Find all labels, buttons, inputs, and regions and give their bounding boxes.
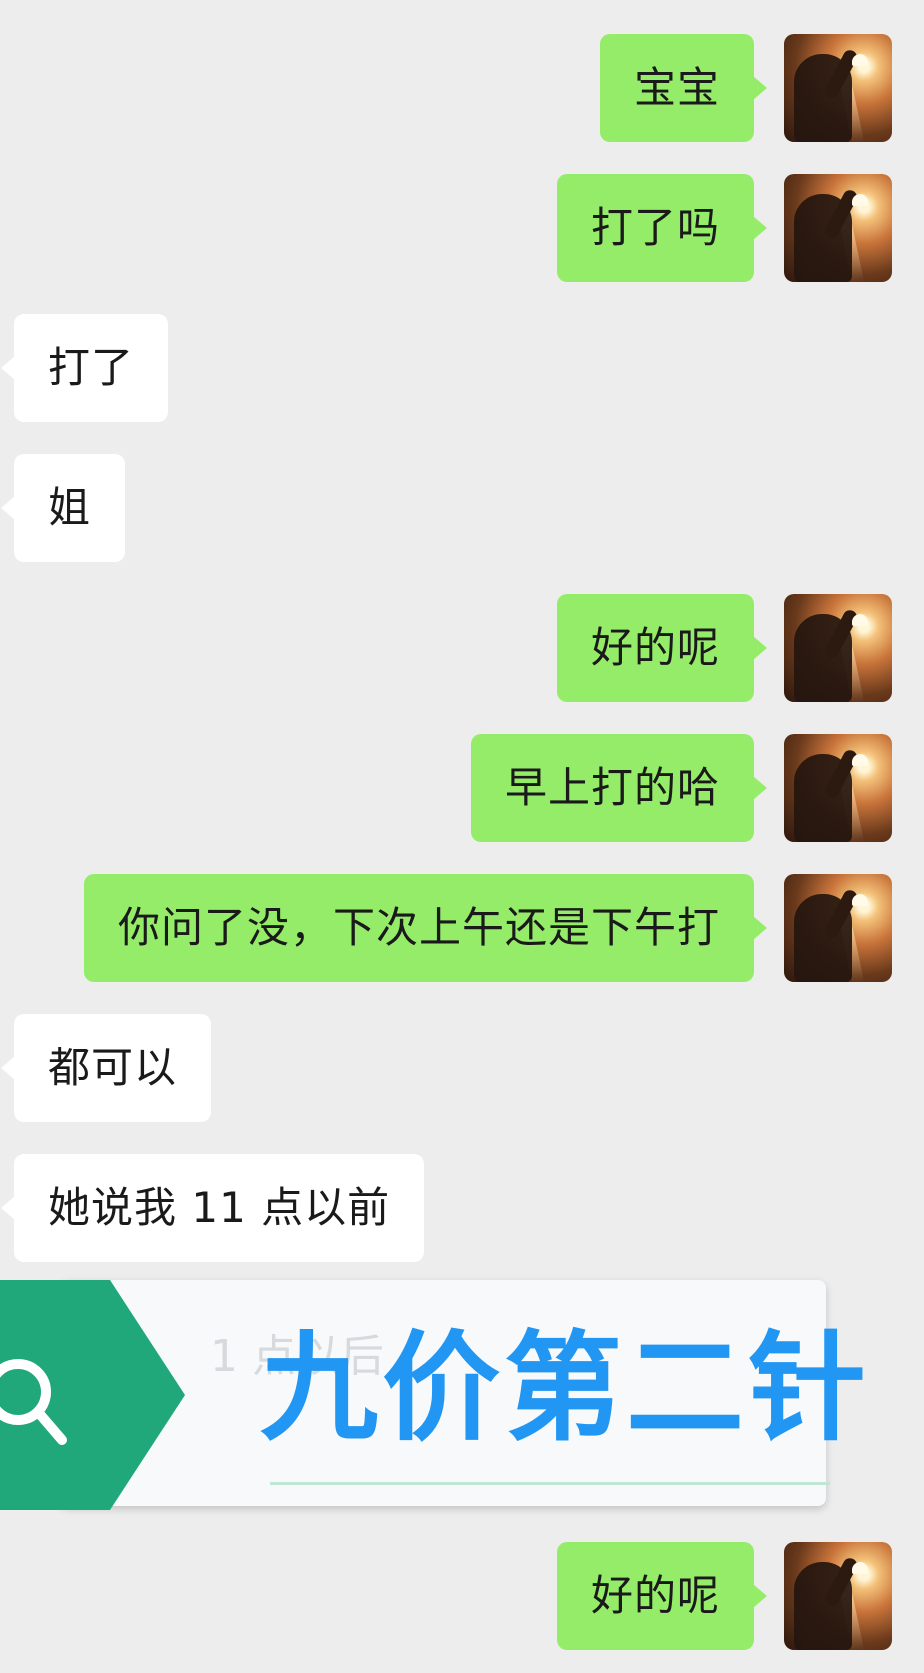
outgoing-message-bubble[interactable]: 早上打的哈 [470,734,768,842]
incoming-message-bubble[interactable]: 姐 [0,454,126,562]
search-banner[interactable]: 1 点以后 九价第二针 [0,1280,866,1510]
message-row: 好的呢 [0,1542,924,1650]
incoming-message-bubble[interactable]: 都可以 [0,1014,212,1122]
search-tag-shape [0,1280,185,1510]
outgoing-message-bubble[interactable]: 好的呢 [556,594,768,702]
message-row: 打了 [0,314,924,422]
user-avatar[interactable] [784,34,892,142]
user-avatar[interactable] [784,594,892,702]
user-avatar[interactable] [784,174,892,282]
search-tag[interactable] [0,1280,190,1510]
message-row: 都可以 [0,1014,924,1122]
banner-title: 九价第二针 [260,1319,871,1457]
message-row: 好的呢 [0,594,924,702]
message-row: 她说我 11 点以前 [0,1154,924,1262]
outgoing-message-bubble[interactable]: 宝宝 [599,34,768,142]
outgoing-message-bubble[interactable]: 好的呢 [556,1542,768,1650]
banner-underline [270,1482,830,1485]
message-row: 打了吗 [0,174,924,282]
message-row: 姐 [0,454,924,562]
incoming-message-bubble[interactable]: 打了 [0,314,169,422]
message-row: 早上打的哈 [0,734,924,842]
message-row: 宝宝 [0,34,924,142]
incoming-message-bubble[interactable]: 她说我 11 点以前 [0,1154,425,1262]
user-avatar[interactable] [784,1542,892,1650]
user-avatar[interactable] [784,734,892,842]
user-avatar[interactable] [784,874,892,982]
outgoing-message-bubble[interactable]: 打了吗 [556,174,768,282]
outgoing-message-bubble[interactable]: 你问了没，下次上午还是下午打 [83,874,768,982]
message-row: 你问了没，下次上午还是下午打 [0,874,924,982]
